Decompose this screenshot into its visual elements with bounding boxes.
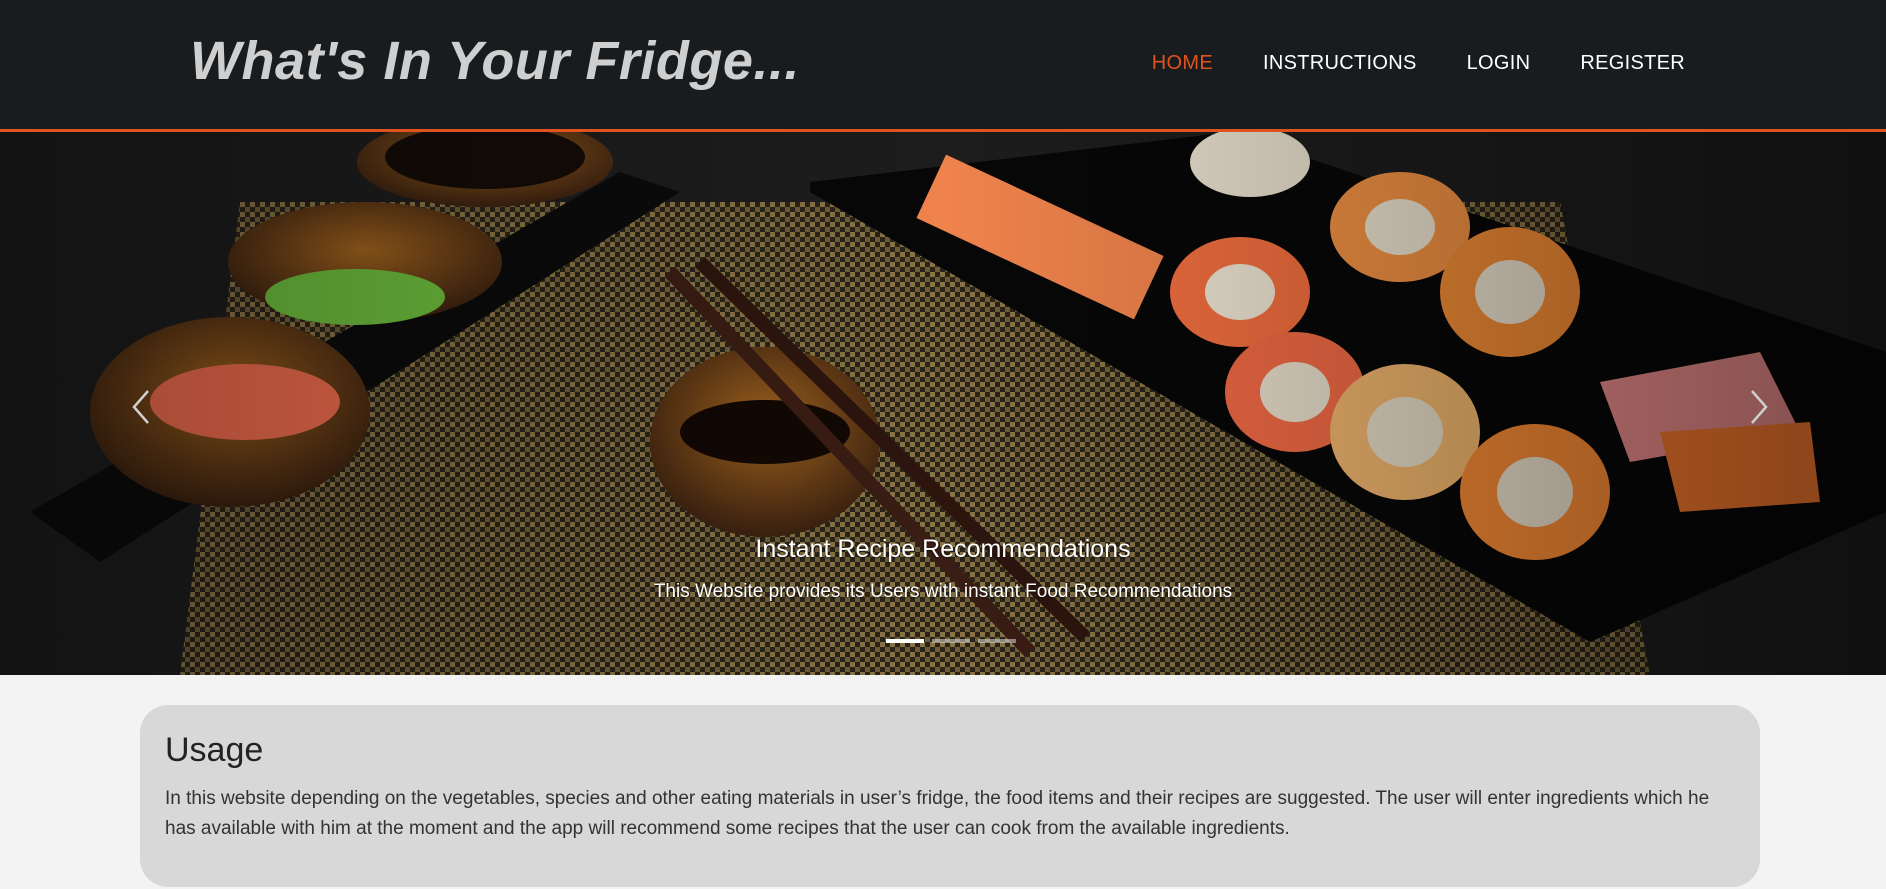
carousel-next-button[interactable]: [1728, 377, 1788, 437]
carousel-indicator-2[interactable]: [932, 639, 970, 643]
carousel-caption-text: This Website provides its Users with ins…: [653, 581, 1233, 602]
carousel-indicator-1[interactable]: [886, 639, 924, 643]
usage-card: Usage In this website depending on the v…: [140, 705, 1760, 887]
main-nav: HOME INSTRUCTIONS LOGIN REGISTER: [1152, 52, 1685, 75]
chevron-right-icon: [1751, 390, 1768, 424]
hero-carousel: Instant Recipe Recommendations This Webs…: [0, 132, 1886, 675]
navbar: What's In Your Fridge... HOME INSTRUCTIO…: [0, 0, 1886, 132]
site-brand[interactable]: What's In Your Fridge...: [190, 30, 800, 92]
carousel-prev-button[interactable]: [112, 377, 172, 437]
usage-text: In this website depending on the vegetab…: [165, 788, 1710, 839]
carousel-caption-title: Instant Recipe Recommendations: [755, 535, 1131, 563]
nav-home-link[interactable]: HOME: [1152, 52, 1213, 75]
nav-register-link[interactable]: REGISTER: [1580, 52, 1685, 75]
carousel-indicator-3[interactable]: [978, 639, 1016, 643]
nav-instructions-link[interactable]: INSTRUCTIONS: [1263, 52, 1417, 75]
chevron-left-icon: [132, 390, 149, 424]
carousel-indicators: [886, 639, 1016, 643]
usage-heading: Usage: [165, 731, 264, 769]
nav-login-link[interactable]: LOGIN: [1467, 52, 1531, 75]
